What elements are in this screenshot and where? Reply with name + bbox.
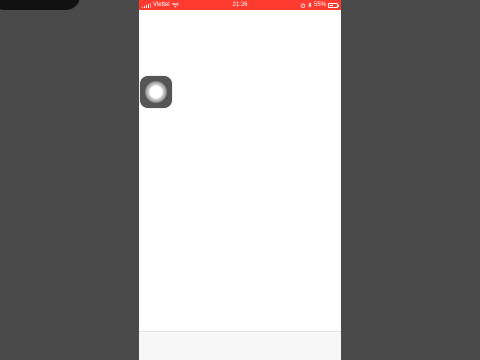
phone-screen: Viettel 21:26 55% [139,0,341,360]
battery-icon [328,2,339,8]
assistive-touch-icon [145,81,167,103]
battery-percent: 55% [313,2,326,8]
corner-overlay [0,0,80,10]
status-bar: Viettel 21:26 55% [139,0,341,10]
status-right: 55% [300,0,339,10]
alarm-icon [300,3,306,8]
assistive-touch-button[interactable] [140,76,172,108]
bluetooth-icon [308,2,312,8]
bottom-toolbar [139,331,341,360]
